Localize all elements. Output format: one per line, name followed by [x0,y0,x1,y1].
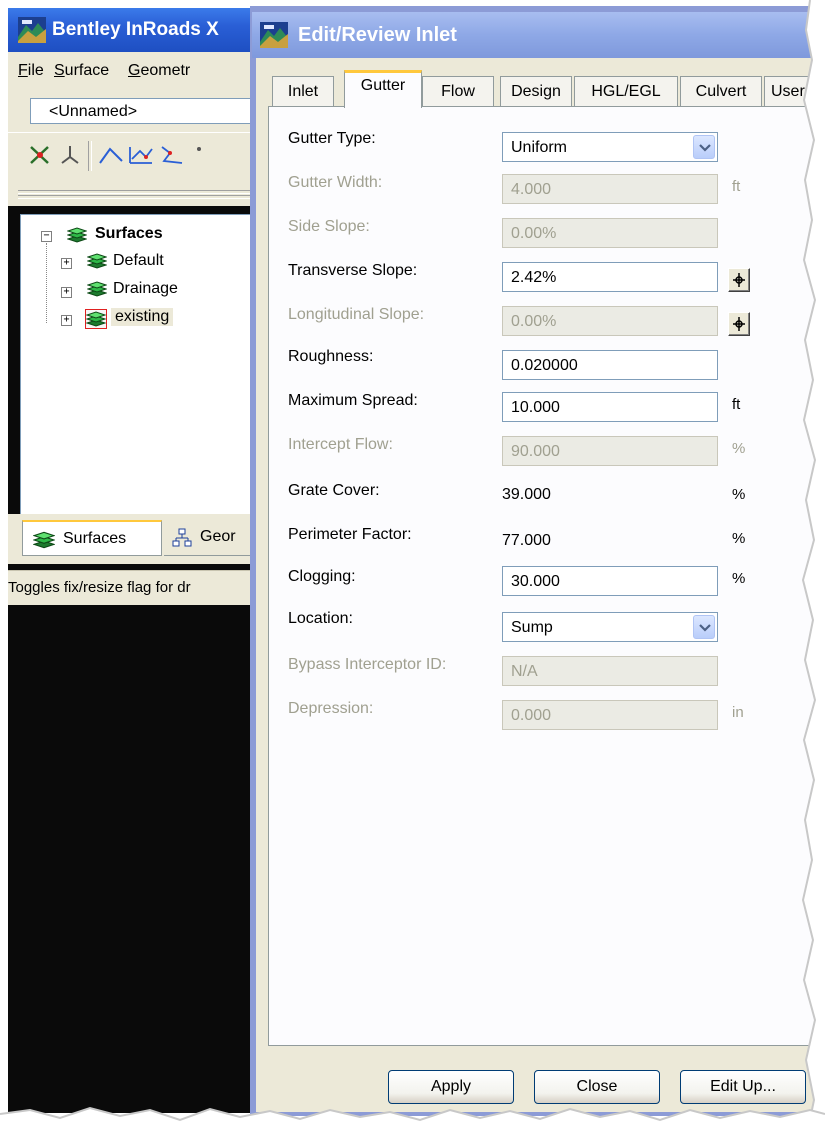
torn-edge-right [801,0,825,1129]
torn-edge-bottom [0,1106,825,1129]
tab-hgl-egl[interactable]: HGL/EGL [574,76,678,106]
surface-layers-selected-icon [85,309,107,329]
transverse-slope-label: Transverse Slope: [288,262,418,279]
menu-geometry[interactable]: Geometr [128,62,190,80]
tree-expand-icon[interactable]: + [61,258,72,269]
toolbar-separator [88,141,92,171]
maximum-spread-label: Maximum Spread: [288,392,418,409]
workspace-tab-strip: Surfaces Geor [8,514,264,564]
longitudinal-slope-label: Longitudinal Slope: [288,306,425,323]
tree-root-surfaces[interactable]: Surfaces [95,225,163,243]
longitudinal-slope-pick-button[interactable] [728,312,750,336]
maximum-spread-unit: ft [732,396,741,413]
chevron-down-icon [699,624,711,632]
dropdown-button[interactable] [693,135,715,159]
chevron-down-icon [699,144,711,152]
transverse-slope-field[interactable]: 2.42% [502,262,718,292]
transverse-slope-pick-button[interactable] [728,268,750,292]
surfaces-layers-icon [33,531,55,549]
curve-tool-icon[interactable] [160,143,186,167]
tree-item-default[interactable]: Default [113,252,164,270]
grate-cover-value: 39.000 [502,486,551,503]
tab-design[interactable]: Design [500,76,572,106]
longitudinal-slope-field: 0.00% [502,306,718,336]
crosshair-pick-icon [733,273,745,287]
tab-surfaces[interactable]: Surfaces [22,520,162,556]
panel-grip[interactable] [8,180,258,206]
tree-item-drainage[interactable]: Drainage [113,280,178,298]
intercept-flow-label: Intercept Flow: [288,436,393,453]
inroads-toolbar [8,132,258,181]
toolbar-overflow-icon[interactable] [194,143,204,167]
tab-surfaces-label: Surfaces [63,530,127,547]
grate-cover-label: Grate Cover: [288,482,380,499]
alignment-tool-icon[interactable] [98,143,124,167]
geometry-tool-icon[interactable] [28,143,52,167]
geometry-tree-icon [172,528,192,547]
maximum-spread-field[interactable]: 10.000 [502,392,718,422]
tree-collapse-icon[interactable]: − [41,231,52,242]
roughness-label: Roughness: [288,348,374,365]
crosshair-pick-icon [733,317,745,331]
gutter-type-label: Gutter Type: [288,130,376,147]
gutter-type-value: Uniform [511,139,568,156]
gutter-type-select[interactable]: Uniform [502,132,718,162]
location-select[interactable]: Sump [502,612,718,642]
intercept-flow-field: 90.000 [502,436,718,466]
dialog-title-bar[interactable]: Edit/Review Inlet [252,12,820,58]
bypass-interceptor-id-field: N/A [502,656,718,686]
status-bar: Toggles fix/resize flag for dr [8,570,258,605]
intercept-flow-unit: % [732,440,746,457]
dialog-title: Edit/Review Inlet [298,24,457,46]
surface-layers-icon [87,253,107,269]
tab-gutter[interactable]: Gutter [344,70,422,108]
roughness-field[interactable]: 0.020000 [502,350,718,380]
tab-geometry[interactable]: Geor [164,520,264,556]
depression-label: Depression: [288,700,374,717]
tab-flow[interactable]: Flow [422,76,494,106]
workspace-tree: − Surfaces + Default + Drainage + existi… [20,214,260,516]
inroads-menu-bar: File Surface Geometr [8,52,258,92]
surface-layers-icon [87,281,107,297]
side-slope-field: 0.00% [502,218,718,248]
perimeter-factor-label: Perimeter Factor: [288,526,412,543]
clogging-label: Clogging: [288,568,356,585]
gutter-width-unit: ft [732,178,741,195]
tab-inlet[interactable]: Inlet [272,76,334,106]
perimeter-factor-unit: % [732,530,746,547]
depression-field: 0.000 [502,700,718,730]
cogo-tool-icon[interactable] [58,143,82,167]
bypass-interceptor-id-label: Bypass Interceptor ID: [288,656,447,673]
inroads-window-title: Bentley InRoads X [52,19,219,40]
surfaces-layers-icon [67,227,87,243]
inroads-title-bar[interactable]: Bentley InRoads X [8,8,258,52]
tree-item-existing[interactable]: existing [111,308,174,326]
location-value: Sump [511,619,553,636]
profile-tool-icon[interactable] [128,143,154,167]
side-slope-label: Side Slope: [288,218,370,235]
menu-surface[interactable]: Surface [54,62,109,80]
clogging-field[interactable]: 30.000 [502,566,718,596]
depression-unit: in [732,704,744,721]
perimeter-factor-value: 77.000 [502,532,551,549]
dropdown-button[interactable] [693,615,715,639]
tab-geometry-label: Geor [200,528,236,545]
gutter-width-field: 4.000 [502,174,718,204]
dialog-app-icon [260,22,288,48]
inroads-app-icon [18,17,46,43]
project-combo-bar: <Unnamed> [8,92,260,132]
grate-cover-unit: % [732,486,746,503]
tab-culvert[interactable]: Culvert [680,76,762,106]
clogging-unit: % [732,570,746,587]
tree-expand-icon[interactable]: + [61,287,72,298]
location-label: Location: [288,610,353,627]
menu-file[interactable]: File [18,62,44,80]
project-combo[interactable]: <Unnamed> [30,98,260,124]
tree-expand-icon[interactable]: + [61,315,72,326]
gutter-width-label: Gutter Width: [288,174,383,191]
